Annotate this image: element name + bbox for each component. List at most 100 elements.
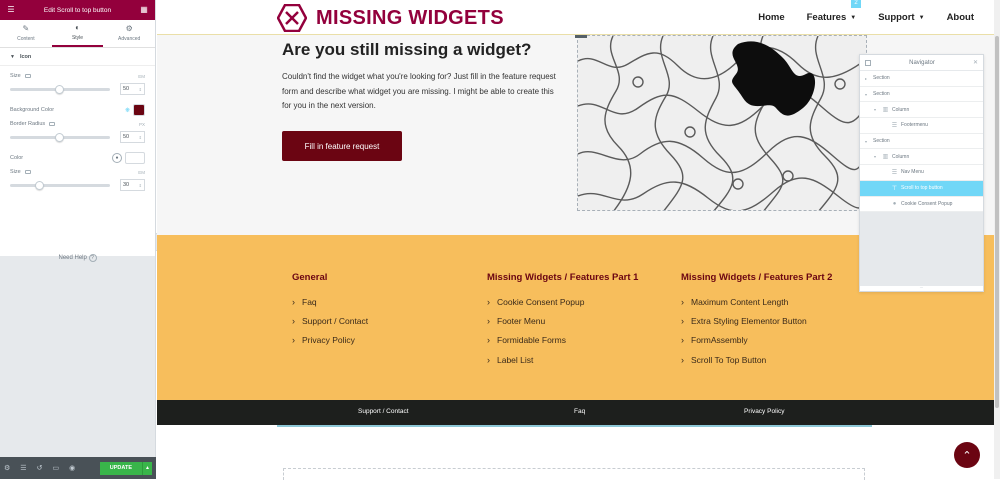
- caret-down-icon: ▼: [10, 53, 15, 60]
- nav-features[interactable]: Features ▼: [807, 12, 857, 23]
- footer-menu-link[interactable]: Faq: [574, 408, 585, 415]
- fill-in-feature-request-button[interactable]: Fill in feature request: [282, 131, 402, 161]
- border-radius-slider[interactable]: [10, 132, 110, 142]
- nav-about[interactable]: About: [947, 12, 974, 23]
- navigator-header: Navigator ✕: [860, 55, 983, 71]
- icon-size-unit[interactable]: EM: [138, 170, 145, 175]
- resize-grip-icon[interactable]: ···: [860, 286, 983, 291]
- empty-section-placeholder[interactable]: [283, 468, 865, 480]
- navigator-item[interactable]: ▸ Section: [860, 71, 983, 87]
- footer-menu-link[interactable]: Privacy Policy: [744, 408, 784, 415]
- slider-handle[interactable]: [55, 132, 64, 142]
- caret-down-icon[interactable]: ▾: [865, 92, 870, 97]
- section-title: Icon: [19, 53, 32, 60]
- background-color-swatch[interactable]: [133, 104, 145, 116]
- footer-column-title: General: [292, 272, 328, 283]
- color-swatch[interactable]: [125, 152, 145, 164]
- spinner-icon[interactable]: ⇕: [139, 87, 142, 92]
- footer-link[interactable]: › Faq: [292, 292, 368, 311]
- chevron-down-icon: ▼: [850, 14, 857, 21]
- update-button[interactable]: UPDATE: [99, 461, 142, 475]
- footer-link[interactable]: › Maximum Content Length: [681, 292, 832, 311]
- slider-handle[interactable]: [35, 180, 44, 190]
- layers-icon[interactable]: ☰: [20, 464, 26, 472]
- footer-link[interactable]: › Label List: [487, 350, 638, 369]
- footer-link[interactable]: › Scroll To Top Button: [681, 350, 832, 369]
- selection-badge[interactable]: 2: [851, 0, 861, 8]
- style-controls: ▼ Icon Size EM 50 ⇕ Background Color ❋ Bo…: [0, 48, 155, 256]
- responsive-icon[interactable]: ▭: [52, 464, 59, 472]
- desktop-icon[interactable]: [49, 122, 56, 126]
- footer-link-label: Scroll To Top Button: [691, 354, 767, 365]
- nav-home[interactable]: Home: [758, 12, 784, 23]
- scrollbar-thumb[interactable]: [995, 36, 999, 408]
- icon-size-input[interactable]: 30 ⇕: [120, 179, 145, 191]
- chevron-up-icon: ⌃: [962, 449, 972, 462]
- chevron-right-icon: ›: [681, 315, 684, 326]
- slider-handle[interactable]: [55, 84, 64, 94]
- footer-column-title: Missing Widgets / Features Part 1: [487, 272, 639, 283]
- selection-handle[interactable]: [575, 35, 587, 38]
- navigator-item[interactable]: ▾ ▥ Column: [860, 102, 983, 119]
- tab-advanced[interactable]: ⚙ Advanced: [103, 20, 155, 47]
- spinner-icon[interactable]: ⇕: [139, 135, 142, 140]
- footer-link-label: Label List: [497, 354, 534, 365]
- need-help-link[interactable]: Need Help ?: [0, 254, 155, 262]
- footer-link[interactable]: › Extra Styling Elementor Button: [681, 311, 832, 330]
- border-radius-input[interactable]: 50 ⇕: [120, 131, 145, 143]
- caret-down-icon[interactable]: ▾: [874, 154, 879, 159]
- nav-about-label: About: [946, 12, 974, 23]
- history-icon[interactable]: ↺: [37, 464, 43, 472]
- caret-down-icon[interactable]: ▾: [865, 139, 870, 144]
- navigator-tree: ▸ Section ▾ Section ▾ ▥ Column ☰ Footermenu ▾ Sect…: [860, 71, 983, 213]
- settings-icon[interactable]: ⚙: [4, 464, 10, 472]
- site-logo[interactable]: MISSING WIDGETS: [277, 4, 504, 32]
- chevron-right-icon: ›: [487, 315, 490, 326]
- spinner-icon[interactable]: ⇕: [139, 183, 142, 188]
- panel-title: Edit Scroll to top button: [43, 6, 112, 14]
- widgets-grid-icon[interactable]: ▦: [139, 6, 149, 14]
- navigator-item[interactable]: ▾ Section: [860, 133, 983, 150]
- footer-link-label: Support / Contact: [302, 315, 369, 326]
- footer-link[interactable]: › Footer Menu: [487, 311, 638, 330]
- size-input[interactable]: 50 ⇕: [120, 83, 145, 95]
- color-label: Color: [10, 155, 24, 161]
- navigator-item[interactable]: ⊤ Scroll to top button: [860, 180, 983, 197]
- preview-eye-icon[interactable]: ◉: [69, 464, 75, 472]
- caret-down-icon[interactable]: ▾: [874, 107, 879, 112]
- globe-icon[interactable]: ❋: [125, 107, 130, 114]
- tab-content[interactable]: ✎ Content: [0, 20, 52, 47]
- footer-menu-link[interactable]: Support / Contact: [358, 408, 409, 415]
- navigator-item[interactable]: ▾ ▥ Column: [860, 149, 983, 166]
- caret-up-icon[interactable]: ▲: [142, 461, 152, 475]
- size-slider[interactable]: [10, 84, 110, 94]
- expand-all-icon[interactable]: [865, 59, 871, 66]
- navigator-item-label: Footermenu: [901, 122, 928, 129]
- page-scrollbar[interactable]: [994, 0, 1000, 479]
- panel-header: ☰ Edit Scroll to top button ▦: [0, 0, 155, 20]
- navigator-item[interactable]: ☰ Nav Menu: [860, 165, 983, 181]
- footer-link[interactable]: › FormAssembly: [681, 331, 832, 350]
- footer-link[interactable]: › Privacy Policy: [292, 331, 368, 350]
- nav-support[interactable]: Support ▼: [878, 12, 924, 23]
- tab-style[interactable]: ◐ Style: [51, 20, 104, 47]
- icon-size-slider[interactable]: [10, 180, 110, 190]
- size-unit[interactable]: EM: [138, 74, 145, 79]
- radius-unit[interactable]: PX: [139, 122, 145, 127]
- footer-link[interactable]: › Support / Contact: [292, 311, 368, 330]
- caret-right-icon[interactable]: ▸: [865, 76, 870, 81]
- navigator-item[interactable]: ☰ Footermenu: [860, 118, 983, 134]
- section-icon-header[interactable]: ▼ Icon: [0, 48, 155, 66]
- navigator-item[interactable]: ● Cookie Consent Popup: [860, 196, 983, 213]
- hamburger-menu-icon[interactable]: ☰: [6, 6, 16, 14]
- footer-link[interactable]: › Cookie Consent Popup: [487, 292, 638, 311]
- desktop-icon[interactable]: [24, 74, 31, 78]
- scroll-to-top-button[interactable]: ⌃: [954, 442, 980, 468]
- desktop-icon[interactable]: [24, 170, 31, 174]
- footer-link[interactable]: › Formidable Forms: [487, 331, 638, 350]
- close-icon[interactable]: ✕: [973, 59, 978, 66]
- globe-icon[interactable]: ●: [112, 153, 122, 163]
- navigator-item[interactable]: ▾ Section: [860, 86, 983, 103]
- chevron-right-icon: ›: [487, 296, 490, 307]
- menu-icon: ☰: [891, 122, 898, 129]
